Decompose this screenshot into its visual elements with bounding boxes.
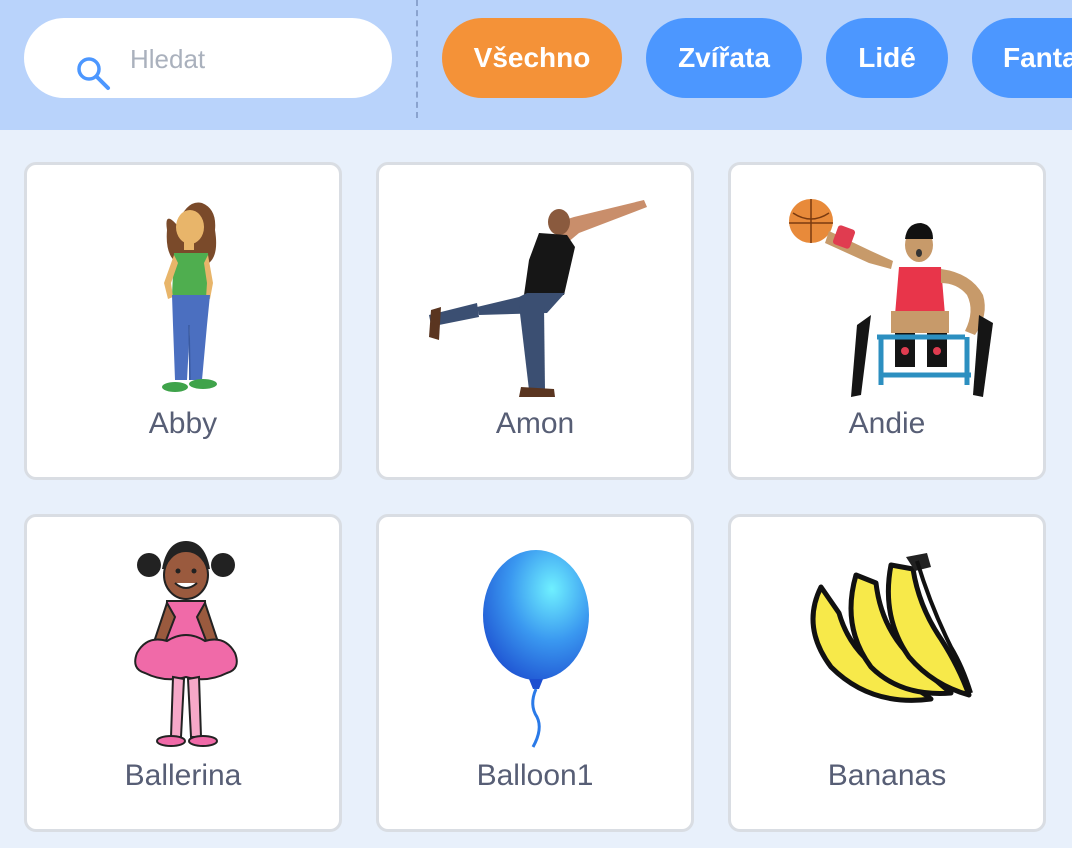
sprite-name: Bananas [827, 759, 947, 792]
header-divider [416, 0, 418, 118]
sprite-card-abby[interactable]: Abby [24, 162, 342, 480]
tab-lide[interactable]: Lidé [826, 18, 948, 98]
wheelchair-basketball-figure-icon [789, 199, 993, 397]
balloon-figure-icon [483, 550, 589, 748]
search-input[interactable] [128, 38, 372, 80]
sprite-card-andie[interactable]: Andie [728, 162, 1046, 480]
search-icon [77, 57, 110, 90]
sprite-card-amon[interactable]: Amon [376, 162, 694, 480]
tab-fantasy[interactable]: Fanta [972, 18, 1072, 98]
bananas-figure-icon [810, 553, 973, 703]
sprite-name: Balloon1 [476, 759, 594, 792]
sprite-card-ballerina[interactable]: Ballerina [24, 514, 342, 832]
category-header: Všechno Zvířata Lidé Fanta [0, 0, 1072, 130]
search-box[interactable] [24, 18, 392, 98]
sprite-name: Abby [148, 407, 218, 440]
sprite-name: Ballerina [124, 759, 242, 792]
tab-vsechno[interactable]: Všechno [442, 18, 622, 98]
tab-zvirata[interactable]: Zvířata [646, 18, 802, 98]
sprite-card-bananas[interactable]: Bananas [728, 514, 1046, 832]
girl-figure-icon [162, 202, 217, 392]
sprite-name: Amon [495, 407, 575, 440]
sprite-name: Andie [848, 407, 926, 440]
ballerina-figure-icon [134, 541, 238, 747]
man-reaching-figure-icon [429, 200, 647, 397]
sprite-card-balloon1[interactable]: Balloon1 [376, 514, 694, 832]
